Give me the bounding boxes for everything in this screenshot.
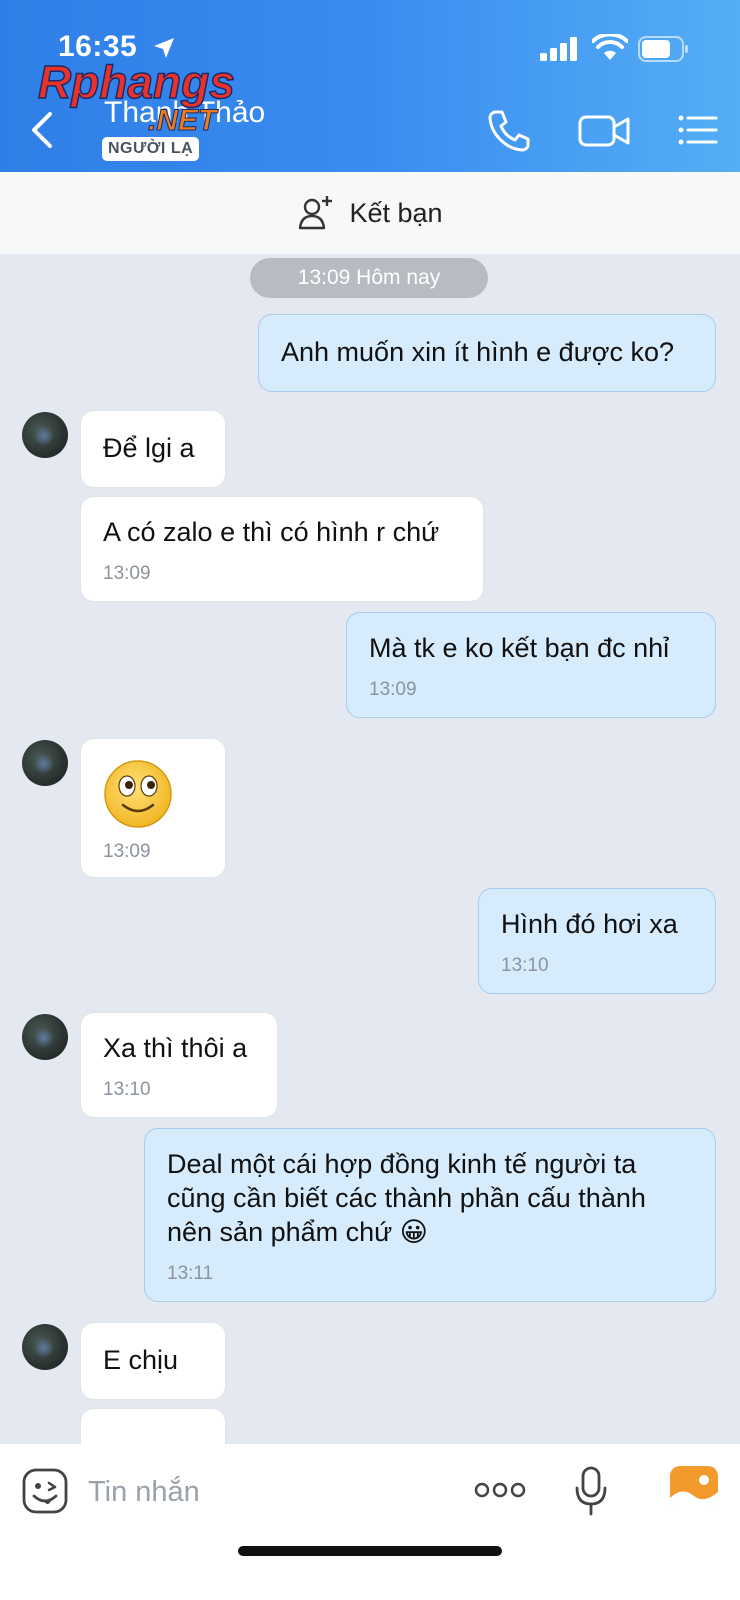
message-text: Anh muốn xin ít hình e được ko?	[281, 337, 675, 367]
message-bubble-outgoing[interactable]: Anh muốn xin ít hình e được ko?	[258, 314, 716, 392]
menu-list-icon[interactable]	[676, 108, 720, 154]
message-bubble-outgoing[interactable]: Mà tk e ko kết bạn đc nhỉ 13:09	[346, 612, 716, 718]
message-list[interactable]: 13:09 Hôm nay Anh muốn xin ít hình e đượ…	[0, 254, 740, 1444]
message-bubble-incoming[interactable]: Để lgi a	[80, 410, 226, 488]
message-time: 13:10	[103, 1079, 151, 1100]
message-bubble-outgoing[interactable]: Deal một cái hợp đồng kinh tế người ta c…	[144, 1128, 716, 1302]
add-user-icon	[299, 196, 333, 230]
video-call-icon[interactable]	[578, 108, 632, 154]
watermark-logo: Rphangs .NET	[37, 58, 235, 138]
image-gallery-icon[interactable]	[670, 1466, 718, 1510]
message-time: 13:11	[167, 1263, 214, 1284]
message-bubble-incoming[interactable]: Xa thì thôi a 13:10	[80, 1012, 278, 1118]
composer-bar	[0, 1444, 740, 1600]
home-indicator	[238, 1546, 502, 1556]
svg-text:.NET: .NET	[148, 104, 219, 137]
message-text: A có zalo e thì có hình r chứ	[103, 517, 440, 547]
more-options-icon[interactable]	[474, 1480, 526, 1500]
message-bubble-outgoing[interactable]: Hình đó hơi xa 13:10	[478, 888, 716, 994]
message-text: Hình đó hơi xa	[501, 909, 678, 939]
message-time: 13:09	[103, 563, 151, 584]
sticker-icon[interactable]	[22, 1468, 68, 1514]
message-bubble-incoming[interactable]	[80, 1408, 226, 1444]
message-time: 13:10	[501, 955, 549, 976]
location-arrow-icon	[154, 38, 174, 58]
cellular-signal-icon	[540, 37, 577, 61]
message-text: Deal một cái hợp đồng kinh tế người ta c…	[167, 1149, 646, 1247]
date-separator: 13:09 Hôm nay	[250, 258, 488, 298]
phone-call-icon[interactable]	[486, 108, 530, 154]
message-bubble-incoming[interactable]: 13:09	[80, 738, 226, 878]
message-time: 13:09	[369, 679, 417, 700]
wifi-icon	[592, 34, 628, 60]
chat-header: 16:35 Thanh Thảo NGƯỜI LẠ Rphangs .NET	[0, 0, 740, 172]
message-time: 13:09	[103, 841, 151, 862]
message-text: Để lgi a	[103, 433, 195, 463]
contact-avatar[interactable]	[22, 740, 68, 786]
message-input[interactable]	[88, 1466, 408, 1518]
add-friend-label: Kết bạn	[349, 197, 443, 228]
add-friend-button[interactable]: Kết bạn	[0, 172, 740, 254]
contact-avatar[interactable]	[22, 412, 68, 458]
contact-avatar[interactable]	[22, 1014, 68, 1060]
message-bubble-incoming[interactable]: E chịu	[80, 1322, 226, 1400]
contact-avatar[interactable]	[22, 1324, 68, 1370]
message-text: Xa thì thôi a	[103, 1033, 248, 1063]
microphone-icon[interactable]	[574, 1466, 608, 1516]
message-text: E chịu	[103, 1345, 179, 1375]
stranger-badge: NGƯỜI LẠ	[102, 137, 200, 161]
smiley-emoji-icon	[104, 760, 172, 828]
battery-icon	[638, 36, 688, 62]
message-bubble-incoming[interactable]: A có zalo e thì có hình r chứ 13:09	[80, 496, 484, 602]
svg-text:Rphangs: Rphangs	[38, 58, 235, 108]
message-text: Mà tk e ko kết bạn đc nhỉ	[369, 633, 670, 663]
